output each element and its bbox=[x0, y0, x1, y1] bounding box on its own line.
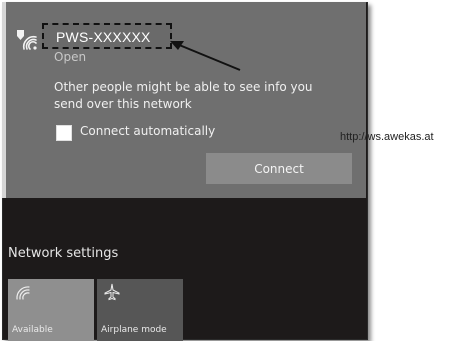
connect-automatically-label[interactable]: Connect automatically bbox=[80, 124, 215, 138]
tile-available[interactable]: Available bbox=[8, 279, 94, 341]
wifi-open-icon bbox=[17, 30, 37, 50]
watermark-url: http://ws.awekas.at bbox=[340, 131, 434, 143]
wifi-icon bbox=[16, 286, 30, 300]
tile-airplane-label: Airplane mode bbox=[101, 325, 167, 335]
connect-button[interactable]: Connect bbox=[206, 153, 352, 184]
tile-available-label: Available bbox=[12, 325, 53, 335]
tile-airplane-mode[interactable]: Airplane mode bbox=[97, 279, 183, 341]
security-warning: Other people might be able to see info y… bbox=[54, 80, 313, 111]
airplane-icon bbox=[104, 283, 120, 301]
network-ssid: PWS-XXXXXX bbox=[56, 29, 151, 45]
network-status: Open bbox=[54, 50, 87, 64]
network-settings-link[interactable]: Network settings bbox=[8, 246, 118, 261]
connect-automatically-checkbox[interactable] bbox=[56, 125, 72, 141]
